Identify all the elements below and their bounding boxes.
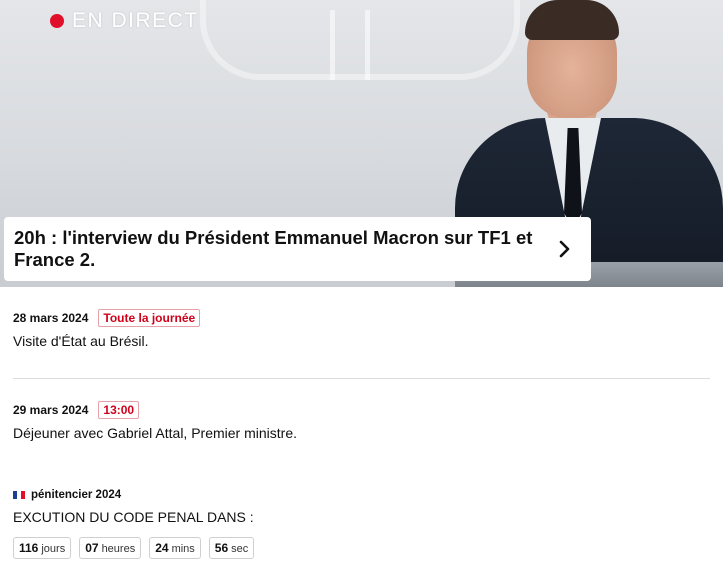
- live-label: EN DIRECT: [72, 9, 199, 32]
- live-indicator: EN DIRECT: [50, 9, 199, 33]
- countdown-timer: 116 jours 07 heures 24 mins 56 sec: [13, 537, 710, 559]
- countdown-value: 56: [214, 541, 229, 555]
- agenda-item[interactable]: 28 mars 2024 Toute la journée Visite d'É…: [13, 287, 710, 379]
- agenda-time-badge: 13:00: [98, 401, 140, 419]
- countdown-value: 116: [19, 541, 39, 555]
- agenda-description: Déjeuner avec Gabriel Attal, Premier min…: [13, 425, 297, 441]
- countdown-unit: jours: [41, 543, 66, 555]
- agenda-description: Visite d'État au Brésil.: [13, 333, 149, 349]
- agenda-time-badge: Toute la journée: [98, 309, 201, 327]
- french-flag-icon: [13, 491, 25, 499]
- chevron-right-icon[interactable]: [555, 239, 575, 259]
- live-hero[interactable]: EN DIRECT 20h : l'interview du Président…: [0, 0, 723, 287]
- countdown-description: EXCUTION DU CODE PENAL DANS :: [13, 509, 254, 525]
- headline-title: 20h : l'interview du Président Emmanuel …: [14, 227, 533, 270]
- countdown-unit: sec: [231, 543, 249, 555]
- countdown-section: pénitencier 2024 EXCUTION DU CODE PENAL …: [0, 471, 723, 559]
- countdown-value: 24: [155, 541, 169, 555]
- countdown-days: 116 jours: [13, 537, 72, 559]
- headline-link[interactable]: 20h : l'interview du Président Emmanuel …: [4, 217, 591, 281]
- countdown-value: 07: [85, 541, 99, 555]
- agenda-item[interactable]: 29 mars 2024 13:00 Déjeuner avec Gabriel…: [13, 379, 710, 471]
- countdown-hours: 07 heures: [79, 537, 142, 559]
- agenda-date: 28 mars 2024: [13, 311, 89, 325]
- live-dot-icon: [50, 14, 64, 28]
- agenda-list: 28 mars 2024 Toute la journée Visite d'É…: [0, 287, 723, 471]
- background-graphic: [330, 10, 370, 80]
- countdown-minutes: 24 mins: [149, 537, 201, 559]
- countdown-unit: mins: [171, 543, 195, 555]
- countdown-unit: heures: [101, 543, 136, 555]
- countdown-seconds: 56 sec: [208, 537, 255, 559]
- countdown-label: pénitencier 2024: [31, 489, 122, 501]
- agenda-date: 29 mars 2024: [13, 403, 89, 417]
